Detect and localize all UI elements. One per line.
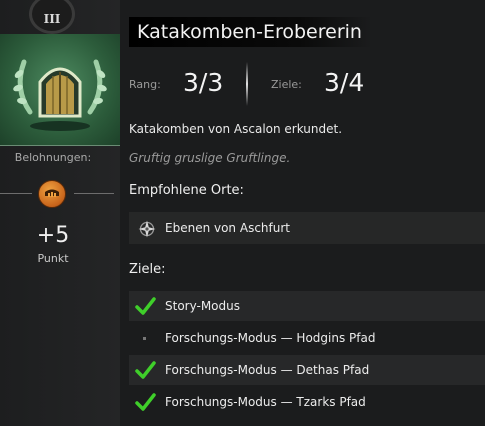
achievement-point-icon (38, 180, 66, 208)
rank-label: Rang: (129, 78, 161, 91)
achievement-emblem-icon (0, 34, 120, 146)
divider (246, 62, 248, 106)
incomplete-marker-icon (143, 337, 146, 340)
compass-waypoint-icon (138, 220, 156, 242)
achievement-flavor-text: Gruftig gruslige Gruftlinge. (129, 151, 291, 165)
objective-label: Forschungs-Modus — Dethas Pfad (165, 363, 370, 377)
reward-points-unit: Punkt (37, 252, 69, 265)
recommended-heading: Empfohlene Orte: (129, 183, 244, 198)
objective-label: Story-Modus (165, 299, 240, 313)
location-item[interactable]: Ebenen von Aschfurt (129, 212, 485, 244)
checkmark-icon (134, 295, 156, 321)
objectives-heading: Ziele: (129, 262, 166, 277)
checkmark-icon (134, 359, 156, 385)
rewards-label: Belohnungen: (14, 151, 92, 164)
rank-value: 3/3 (183, 68, 224, 97)
goals-value: 3/4 (324, 68, 365, 97)
goals-label: Ziele: (271, 78, 302, 91)
objective-label: Forschungs-Modus — Hodgins Pfad (165, 331, 376, 345)
objective-item: Forschungs-Modus — Tzarks Pfad (129, 387, 485, 417)
location-name: Ebenen von Aschfurt (165, 221, 290, 235)
reward-panel: III Belohnungen: +5 Punkt (0, 0, 120, 426)
divider (0, 193, 32, 194)
objective-item: Forschungs-Modus — Hodgins Pfad (129, 323, 485, 353)
tier-badge: III (29, 0, 75, 34)
divider (74, 193, 114, 194)
objective-item: Forschungs-Modus — Dethas Pfad (129, 355, 485, 385)
reward-points-value: +5 (36, 223, 70, 248)
checkmark-icon (134, 391, 156, 417)
objective-item: Story-Modus (129, 291, 485, 321)
achievement-title: Katakomben-Erobererin (129, 17, 372, 47)
objective-label: Forschungs-Modus — Tzarks Pfad (165, 395, 366, 409)
achievement-description: Katakomben von Ascalon erkundet. (129, 122, 343, 136)
